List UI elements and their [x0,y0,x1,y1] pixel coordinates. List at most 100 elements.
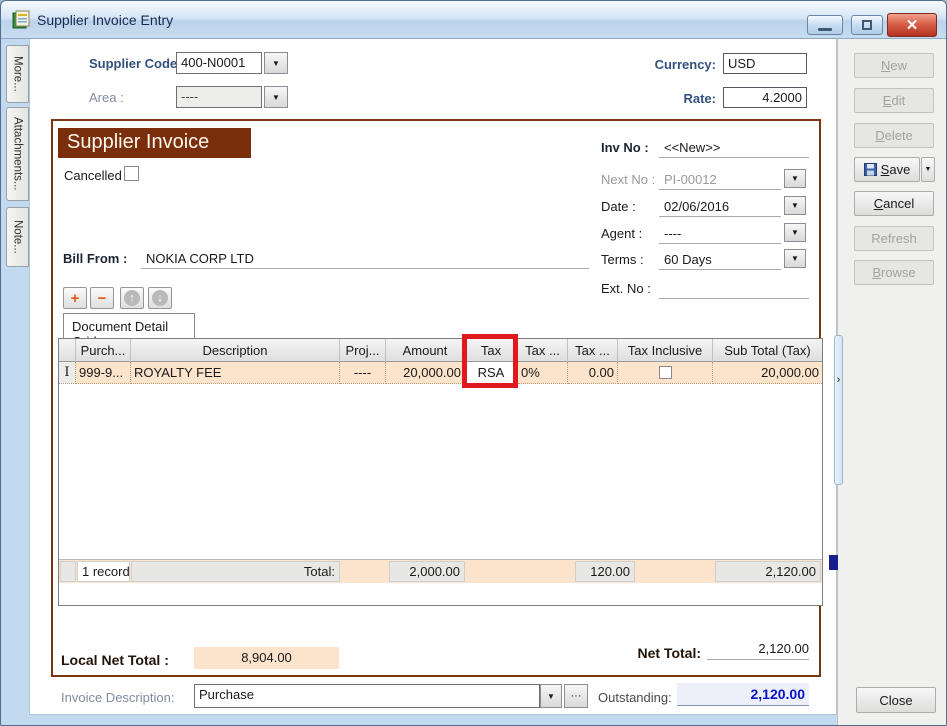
cancel-button-label: Cancel [874,196,914,211]
terms-underline [659,251,781,270]
column-header-tax-amount[interactable]: Tax ... [568,339,618,362]
cell-tax-rate[interactable]: 0% [518,362,568,384]
inv-no-label: Inv No : [601,140,649,155]
tab-document-detail-grid[interactable]: Document Detail Grid [63,313,195,339]
agent-label: Agent : [601,226,642,241]
chevron-down-icon: ▼ [272,59,280,68]
tax-inclusive-checkbox[interactable] [659,366,672,379]
collapse-splitter[interactable]: › [834,335,843,485]
remove-row-button[interactable]: − [90,287,114,309]
save-options-dropdown-button[interactable]: ▼ [921,157,935,182]
maximize-button[interactable] [851,15,883,35]
close-button[interactable]: Close [856,687,936,713]
document-detail-grid: Purch... Description Proj... Amount Tax … [58,338,823,606]
chevron-down-icon: ▼ [791,201,799,210]
ellipsis-icon: ··· [571,690,582,702]
column-header-description[interactable]: Description [131,339,340,362]
maximize-icon [862,20,872,30]
cell-amount[interactable]: 20,000.00 [386,362,465,384]
footer-tax-total: 120.00 [575,561,635,582]
edit-button[interactable]: Edit [854,88,934,113]
cancelled-checkbox[interactable] [124,166,139,181]
save-button[interactable]: Save [854,157,920,182]
sidebar-tab-more-label: More... [12,56,24,92]
sidebar-tab-attachments[interactable]: Attachments... [6,107,29,201]
sidebar-tab-more[interactable]: More... [6,45,29,103]
column-header-tax[interactable]: Tax [465,339,518,362]
invoice-description-label: Invoice Description: [61,690,174,705]
close-window-button[interactable]: ✕ [887,13,937,37]
ext-no-input[interactable] [659,280,809,299]
cell-project[interactable]: ---- [340,362,386,384]
cell-tax-inclusive [618,362,713,384]
move-row-up-button[interactable]: ↑ [120,287,144,309]
date-underline [659,198,781,217]
outstanding-value: 2,120.00 [677,683,809,706]
sidebar-tab-note[interactable]: Note... [6,207,29,267]
area-dropdown-button[interactable]: ▼ [264,86,288,108]
cell-sub-total[interactable]: 20,000.00 [713,362,822,384]
ext-no-label: Ext. No : [601,281,651,296]
currency-input[interactable]: USD [723,53,807,74]
cancel-button[interactable]: Cancel [854,191,934,216]
area-input[interactable]: ---- [176,86,262,108]
add-row-button[interactable]: + [63,287,87,309]
bill-from-underline [141,250,589,269]
bill-from-label: Bill From : [63,251,127,266]
new-button[interactable]: New [854,53,934,78]
move-row-down-button[interactable]: ↓ [148,287,172,309]
currency-label: Currency: [616,57,716,72]
outstanding-label: Outstanding: [598,690,672,705]
net-total-label: Net Total: [556,645,701,661]
inv-no-underline [659,139,809,158]
column-header-project[interactable]: Proj... [340,339,386,362]
chevron-down-icon: ▼ [791,174,799,183]
cancelled-label: Cancelled [64,168,122,183]
cell-purchase[interactable]: 999-9... [76,362,131,384]
local-net-total-value: 8,904.00 [194,647,339,669]
column-header-amount[interactable]: Amount [386,339,465,362]
sidebar-tab-note-label: Note... [12,220,24,254]
minimize-icon [818,28,832,31]
agent-dropdown-button[interactable]: ▼ [784,223,806,242]
new-button-label: New [881,58,907,73]
browse-button[interactable]: Browse [854,260,934,285]
sidebar-tab-attachments-label: Attachments... [12,117,24,191]
column-header-purchase[interactable]: Purch... [76,339,131,362]
rate-label: Rate: [616,91,716,106]
supplier-code-label: Supplier Code: [89,56,181,71]
window-title: Supplier Invoice Entry [37,12,173,28]
cell-description[interactable]: ROYALTY FEE [131,362,340,384]
supplier-code-input[interactable]: 400-N0001 [176,52,262,74]
refresh-button[interactable]: Refresh [854,226,934,251]
scrollbar-thumb[interactable] [829,555,838,570]
net-total-value: 2,120.00 [707,641,809,660]
column-header-tax-rate[interactable]: Tax ... [518,339,568,362]
arrow-up-icon: ↑ [124,290,140,306]
plus-icon: + [71,290,80,307]
agent-underline [659,225,781,244]
date-dropdown-button[interactable]: ▼ [784,196,806,215]
floppy-disk-icon [864,163,877,176]
local-net-total-label: Local Net Total : [61,652,169,668]
column-header-sub-total[interactable]: Sub Total (Tax) [713,339,822,362]
supplier-code-dropdown-button[interactable]: ▼ [264,52,288,74]
invoice-description-input[interactable]: Purchase [194,684,540,708]
area-label: Area : [89,90,124,105]
section-title: Supplier Invoice [58,128,251,158]
save-button-label: Save [881,162,911,177]
column-header-tax-inclusive[interactable]: Tax Inclusive [618,339,713,362]
chevron-down-icon: ▼ [547,692,555,701]
terms-dropdown-button[interactable]: ▼ [784,249,806,268]
cell-tax-amount[interactable]: 0.00 [568,362,618,384]
invoice-description-lookup-button[interactable]: ··· [564,684,588,708]
rate-input[interactable]: 4.2000 [723,87,807,108]
minimize-button[interactable] [807,15,843,35]
chevron-right-icon: › [837,374,841,386]
delete-button[interactable]: Delete [854,123,934,148]
next-no-dropdown-button[interactable]: ▼ [784,169,806,188]
cell-tax-code[interactable]: RSA [465,362,518,384]
invoice-description-dropdown-button[interactable]: ▼ [540,684,562,708]
refresh-button-label: Refresh [871,231,917,246]
footer-total-label: Total: [131,561,340,582]
